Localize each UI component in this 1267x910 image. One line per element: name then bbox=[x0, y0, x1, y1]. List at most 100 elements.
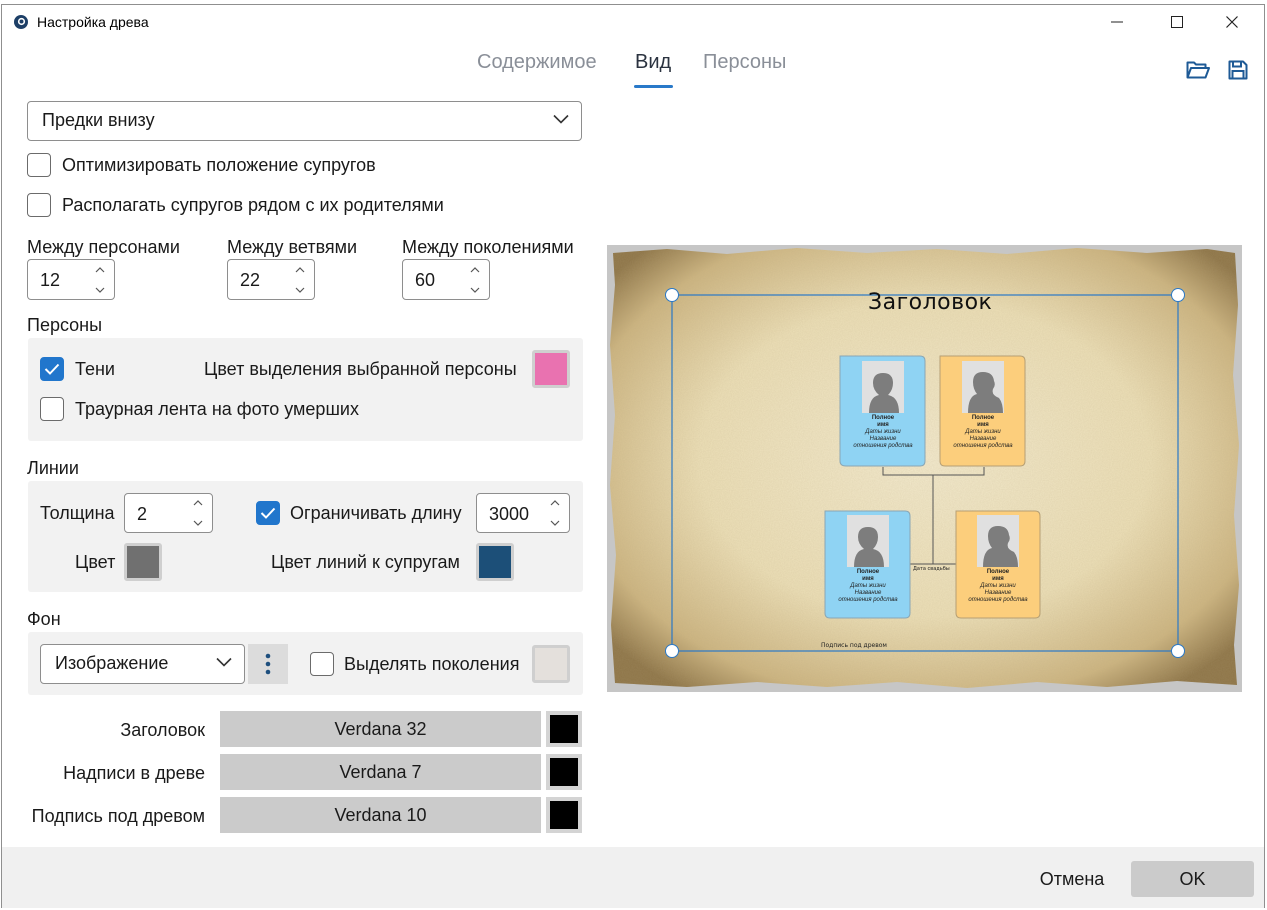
checkmark-icon bbox=[44, 363, 60, 375]
wedding-date-label: Дата свадьбы bbox=[913, 566, 950, 572]
tab-persons[interactable]: Персоны bbox=[703, 51, 786, 74]
app-logo-icon bbox=[14, 15, 28, 29]
background-more-button[interactable] bbox=[248, 644, 288, 684]
generations-color-swatch[interactable] bbox=[532, 645, 570, 683]
save-button[interactable] bbox=[1225, 57, 1251, 83]
card-relation: отношения родства bbox=[853, 443, 913, 449]
card-dates: Даты жизни bbox=[865, 429, 901, 435]
tree-layout-value: Предки внизу bbox=[42, 110, 155, 130]
chevron-down-icon bbox=[95, 287, 105, 293]
spouses-near-parents-label: Располагать супругов рядом с их родителя… bbox=[62, 195, 444, 215]
card-relation: отношения родства bbox=[953, 443, 1013, 449]
card-name: имя bbox=[877, 422, 889, 428]
shadows-checkbox[interactable] bbox=[40, 357, 64, 381]
resize-handle-bottom-left[interactable] bbox=[665, 644, 679, 658]
open-folder-button[interactable] bbox=[1185, 57, 1211, 83]
limit-length-stepper[interactable]: 3000 bbox=[476, 493, 570, 533]
stepper-down-button[interactable] bbox=[191, 517, 205, 529]
spacing-branches-label: Между ветвями bbox=[227, 237, 358, 257]
line-thickness-label: Толщина bbox=[40, 503, 115, 523]
stepper-down-button[interactable] bbox=[548, 517, 562, 529]
font-tree-labels-color-button[interactable] bbox=[546, 754, 582, 790]
spouse-line-color-swatch[interactable] bbox=[476, 543, 514, 581]
font-caption-button[interactable]: Verdana 10 bbox=[220, 797, 541, 833]
maximize-button[interactable] bbox=[1154, 5, 1200, 38]
font-tree-labels-button[interactable]: Verdana 7 bbox=[220, 754, 541, 790]
chevron-down-icon bbox=[216, 657, 232, 667]
font-caption-color-button[interactable] bbox=[546, 797, 582, 833]
tree-layout-select[interactable]: Предки внизу bbox=[27, 101, 582, 141]
card-text-bottom-right: Полное имя Даты жизни Название отношения… bbox=[958, 569, 1038, 604]
resize-handle-bottom-right[interactable] bbox=[1171, 644, 1185, 658]
cancel-button[interactable]: Отмена bbox=[1025, 861, 1119, 897]
card-relation: отношения родства bbox=[838, 597, 898, 603]
card-name: Полное bbox=[871, 415, 895, 421]
card-relation: отношения родства bbox=[968, 597, 1028, 603]
font-caption-label: Подпись под древом bbox=[31, 806, 205, 826]
highlight-generations-label: Выделять поколения bbox=[344, 654, 520, 674]
spacing-persons-label: Между персонами bbox=[27, 237, 180, 257]
close-button[interactable] bbox=[1209, 5, 1255, 38]
chevron-up-icon bbox=[550, 500, 560, 506]
highlight-color-fill bbox=[535, 353, 567, 385]
tab-content[interactable]: Содержимое bbox=[477, 51, 597, 74]
stepper-up-button[interactable] bbox=[468, 264, 482, 276]
chevron-down-icon bbox=[295, 287, 305, 293]
background-type-select[interactable]: Изображение bbox=[40, 644, 245, 684]
stepper-up-button[interactable] bbox=[93, 264, 107, 276]
chevron-down-icon bbox=[550, 520, 560, 526]
stepper-up-button[interactable] bbox=[191, 497, 205, 509]
spacing-persons-stepper[interactable]: 12 bbox=[27, 259, 115, 300]
minimize-button[interactable] bbox=[1094, 5, 1140, 38]
chevron-up-icon bbox=[295, 267, 305, 273]
ok-button[interactable]: OK bbox=[1131, 861, 1254, 897]
background-panel: Изображение Выделять поколения bbox=[28, 632, 583, 695]
tab-view[interactable]: Вид bbox=[635, 51, 671, 74]
font-title-color-button[interactable] bbox=[546, 711, 582, 747]
spacing-branches-value: 22 bbox=[240, 270, 261, 290]
font-caption-color-fill bbox=[550, 801, 578, 829]
more-vertical-icon bbox=[265, 653, 271, 675]
checkmark-icon bbox=[260, 507, 276, 519]
chevron-down-icon bbox=[193, 520, 203, 526]
mourning-ribbon-checkbox[interactable] bbox=[40, 397, 64, 421]
mourning-ribbon-label: Траурная лента на фото умерших bbox=[75, 399, 359, 419]
chevron-up-icon bbox=[470, 267, 480, 273]
stepper-down-button[interactable] bbox=[293, 284, 307, 296]
stepper-up-button[interactable] bbox=[293, 264, 307, 276]
stepper-up-button[interactable] bbox=[548, 497, 562, 509]
tree-preview[interactable]: Заголовок Полное имя Даты жизни Название… bbox=[607, 245, 1242, 692]
highlight-generations-checkbox[interactable] bbox=[310, 652, 334, 676]
optimize-spouses-checkbox[interactable] bbox=[27, 153, 51, 177]
tab-bar: Содержимое Вид Персоны bbox=[2, 51, 1264, 91]
limit-length-value: 3000 bbox=[489, 504, 530, 524]
spacing-generations-stepper[interactable]: 60 bbox=[402, 259, 490, 300]
line-color-swatch[interactable] bbox=[124, 543, 162, 581]
font-title-button[interactable]: Verdana 32 bbox=[220, 711, 541, 747]
spouse-line-color-fill bbox=[479, 546, 511, 578]
background-type-value: Изображение bbox=[55, 653, 169, 673]
resize-handle-top-left[interactable] bbox=[665, 288, 679, 302]
spouse-line-color-label: Цвет линий к супругам bbox=[271, 552, 460, 572]
active-tab-indicator bbox=[634, 85, 673, 88]
spouses-near-parents-checkbox[interactable] bbox=[27, 193, 51, 217]
stepper-down-button[interactable] bbox=[468, 284, 482, 296]
font-tree-labels-color-fill bbox=[550, 758, 578, 786]
limit-length-label: Ограничивать длину bbox=[290, 503, 462, 523]
spacing-branches-stepper[interactable]: 22 bbox=[227, 259, 315, 300]
chevron-up-icon bbox=[193, 500, 203, 506]
chevron-up-icon bbox=[95, 267, 105, 273]
highlight-color-swatch[interactable] bbox=[532, 350, 570, 388]
preview-title: Заголовок bbox=[868, 290, 993, 315]
spacing-generations-label: Между поколениями bbox=[402, 237, 574, 257]
line-thickness-stepper[interactable]: 2 bbox=[124, 493, 213, 533]
limit-length-checkbox[interactable] bbox=[256, 501, 280, 525]
card-name: Полное bbox=[856, 569, 880, 575]
minimize-icon bbox=[1111, 21, 1123, 22]
resize-handle-top-right[interactable] bbox=[1171, 288, 1185, 302]
close-icon bbox=[1226, 15, 1238, 28]
lines-section-title: Линии bbox=[27, 458, 79, 478]
chevron-down-icon bbox=[470, 287, 480, 293]
stepper-down-button[interactable] bbox=[93, 284, 107, 296]
highlight-color-label: Цвет выделения выбранной персоны bbox=[204, 359, 517, 379]
